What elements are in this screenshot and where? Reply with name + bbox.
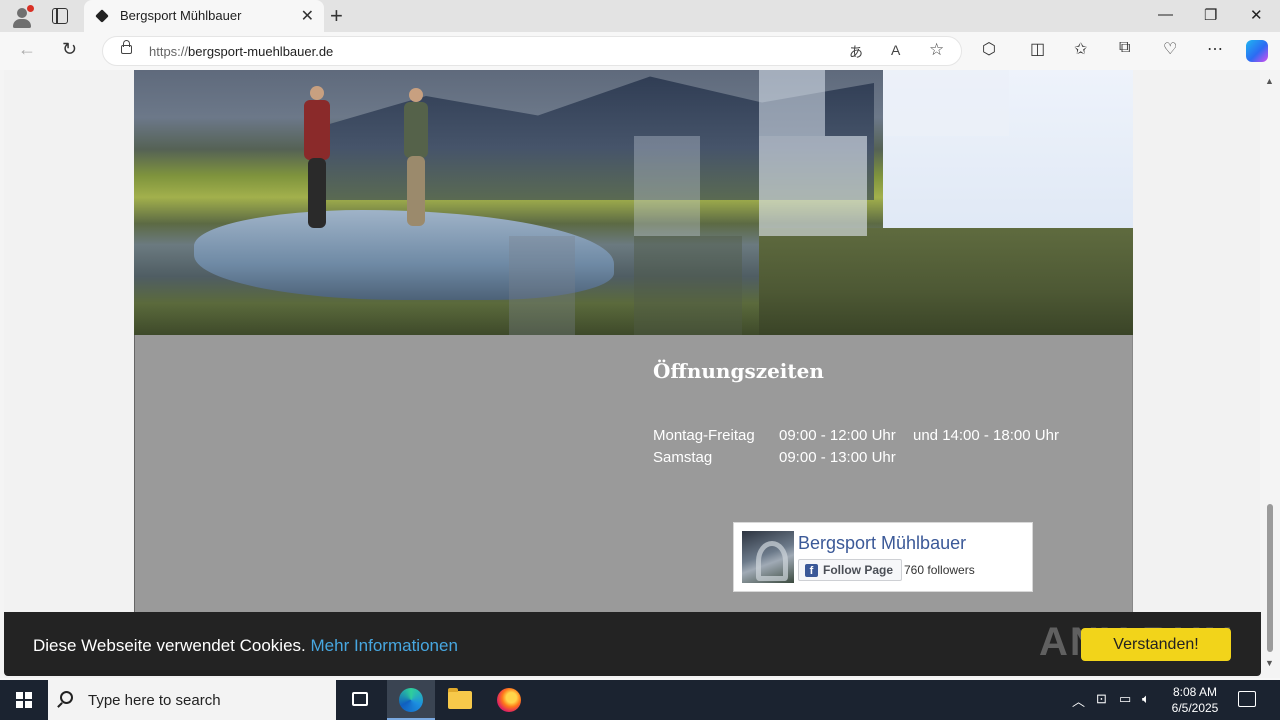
back-arrow-icon[interactable]: ←	[18, 39, 36, 60]
meet-now-icon[interactable]: ⊡	[1096, 691, 1107, 707]
task-view-button[interactable]	[336, 680, 384, 720]
cookie-message: Diese Webseite verwendet Cookies. Mehr I…	[33, 636, 458, 656]
clock-date: 6/5/2025	[1171, 701, 1219, 715]
split-screen-icon[interactable]: ◫	[1030, 39, 1045, 59]
scroll-thumb[interactable]	[1267, 504, 1273, 652]
taskbar: Type here to search ︿ ⊡ ▭ 🔈︎ 8:08 AM 6/5…	[0, 680, 1280, 720]
more-info-link[interactable]: Mehr Informationen	[311, 636, 458, 655]
hours-day: Montag-Freitag	[653, 427, 755, 444]
browser-essentials-icon[interactable]: ♡	[1163, 39, 1177, 59]
hours-day: Samstag	[653, 449, 713, 466]
notifications-icon[interactable]	[1238, 691, 1256, 707]
profile-icon[interactable]	[10, 5, 34, 29]
search-icon	[60, 691, 73, 704]
folder-icon	[448, 688, 472, 709]
site-favicon-icon	[95, 9, 109, 23]
facebook-page-thumbnail[interactable]	[742, 531, 794, 583]
firefox-icon	[497, 688, 521, 712]
close-tab-icon[interactable]: ✕	[301, 6, 314, 26]
cookie-consent-bar: Diese Webseite verwendet Cookies. Mehr I…	[4, 612, 1261, 676]
opening-hours-section: Öffnungszeiten Montag-Freitag 09:00 - 12…	[134, 335, 1133, 612]
new-tab-button[interactable]: +	[330, 3, 343, 29]
url-field[interactable]: https://bergsport-muehlbauer.de あ A ☆	[102, 36, 962, 66]
taskbar-file-explorer[interactable]	[436, 680, 484, 720]
extensions-icon[interactable]: ⬡	[982, 39, 996, 59]
url-text[interactable]: https://bergsport-muehlbauer.de	[149, 44, 333, 59]
read-aloud-icon[interactable]: A	[891, 42, 900, 58]
tab-title: Bergsport Mühlbauer	[120, 8, 242, 23]
hero-image	[134, 70, 1133, 335]
taskbar-firefox[interactable]	[485, 680, 533, 720]
scroll-down-icon[interactable]: ▼	[1265, 658, 1274, 668]
scroll-up-icon[interactable]: ▲	[1265, 76, 1274, 86]
translate-icon[interactable]: あ	[849, 42, 863, 62]
copilot-icon[interactable]	[1246, 40, 1268, 62]
close-window-button[interactable]: ✕	[1250, 6, 1263, 24]
cookie-text: Diese Webseite verwendet Cookies.	[33, 636, 306, 655]
windows-start-icon[interactable]	[16, 692, 32, 708]
page-viewport: Öffnungszeiten Montag-Freitag 09:00 - 12…	[0, 70, 1280, 678]
task-view-icon	[352, 692, 368, 706]
facebook-page-name[interactable]: Bergsport Mühlbauer	[798, 533, 966, 554]
hours-time: 09:00 - 13:00 Uhr	[779, 449, 896, 466]
clock-time: 8:08 AM	[1172, 685, 1218, 699]
minimize-button[interactable]: —	[1158, 6, 1173, 23]
accept-cookies-button[interactable]: Verstanden!	[1081, 628, 1231, 661]
taskbar-edge[interactable]	[387, 680, 435, 720]
more-menu-icon[interactable]: ⋯	[1207, 39, 1223, 59]
tab-actions-icon[interactable]	[52, 8, 68, 24]
address-bar: ← ↻ https://bergsport-muehlbauer.de あ A …	[0, 32, 1280, 70]
taskbar-search-box[interactable]: Type here to search	[48, 680, 336, 720]
tab-bar: Bergsport Mühlbauer ✕ + — ❐ ✕	[0, 0, 1280, 32]
browser-tab[interactable]: Bergsport Mühlbauer ✕	[84, 0, 324, 32]
hours-time: 09:00 - 12:00 Uhr	[779, 427, 896, 444]
restore-button[interactable]: ❐	[1204, 6, 1217, 24]
facebook-icon: f	[805, 564, 818, 577]
page-content: Öffnungszeiten Montag-Freitag 09:00 - 12…	[4, 70, 1260, 678]
opening-hours-title: Öffnungszeiten	[653, 359, 824, 383]
facebook-page-widget[interactable]: Bergsport Mühlbauer f Follow Page 760 fo…	[733, 522, 1033, 592]
network-icon[interactable]: ▭	[1119, 691, 1131, 707]
follow-page-label: Follow Page	[823, 563, 894, 577]
reload-icon[interactable]: ↻	[62, 39, 77, 60]
search-placeholder: Type here to search	[88, 692, 221, 709]
favorite-star-icon[interactable]: ☆	[929, 40, 944, 60]
edge-icon	[399, 688, 423, 712]
followers-count: 760 followers	[904, 563, 975, 577]
follow-page-button[interactable]: f Follow Page	[798, 559, 903, 581]
page-scrollbar[interactable]: ▲ ▼	[1261, 70, 1280, 678]
favorites-icon[interactable]: ✩	[1074, 39, 1087, 59]
collections-icon[interactable]: ⧉	[1119, 39, 1130, 57]
hours-extra: und 14:00 - 18:00 Uhr	[913, 427, 1059, 444]
system-clock[interactable]: 8:08 AM 6/5/2025	[1160, 684, 1230, 716]
show-hidden-icons-chevron-icon[interactable]: ︿	[1072, 691, 1085, 710]
volume-icon[interactable]: 🔈︎	[1142, 691, 1150, 707]
lock-icon[interactable]	[121, 40, 132, 54]
